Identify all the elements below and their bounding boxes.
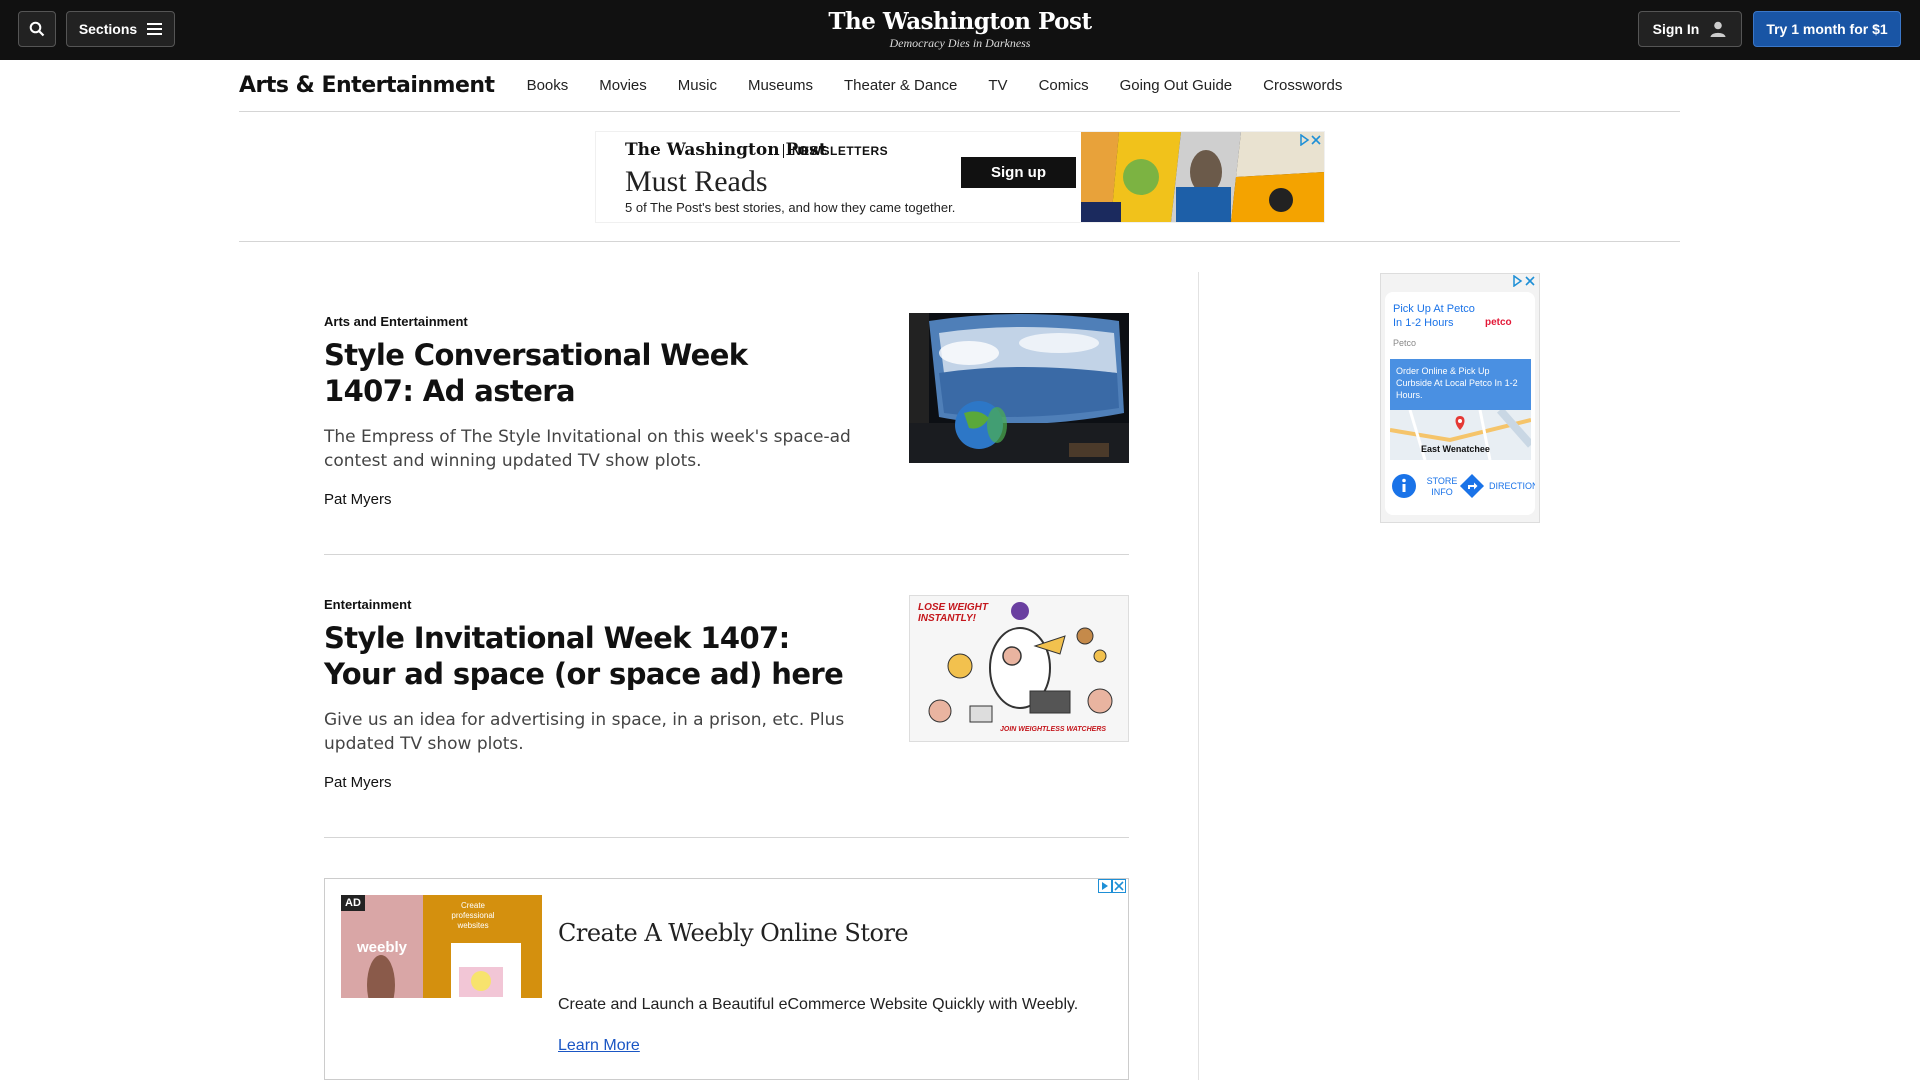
sign-in-button[interactable]: Sign In — [1638, 11, 1742, 47]
store-info-link[interactable]: STORE INFO — [1425, 476, 1459, 498]
masthead[interactable]: The Washington Post Democracy Dies in Da… — [760, 8, 1160, 51]
ad-title[interactable]: Create A Weebly Online Store — [558, 919, 909, 947]
menu-icon — [147, 23, 163, 35]
article-headline[interactable]: Style Invitational Week 1407: Your ad sp… — [324, 620, 844, 692]
banner-signup-button[interactable]: Sign up — [961, 157, 1076, 188]
ad-label: AD — [341, 895, 365, 911]
nav-item-crosswords[interactable]: Crosswords — [1263, 77, 1342, 94]
nav-item-museums[interactable]: Museums — [748, 77, 813, 94]
tagline: Democracy Dies in Darkness — [889, 36, 1031, 50]
ad-choices-icon[interactable] — [1098, 879, 1126, 893]
section-nav: Arts & Entertainment Books Movies Music … — [239, 60, 1680, 112]
search-button[interactable] — [18, 11, 56, 47]
info-icon[interactable] — [1391, 473, 1417, 499]
article-divider — [324, 837, 1129, 838]
banner-collage-image — [1081, 132, 1324, 222]
article-card[interactable]: Entertainment Style Invitational Week 14… — [324, 595, 1129, 791]
article-byline[interactable]: Pat Myers — [324, 774, 1129, 791]
user-icon — [1710, 21, 1726, 37]
section-title[interactable]: Arts & Entertainment — [239, 73, 495, 98]
petco-logo: petco — [1485, 317, 1512, 328]
newsletter-banner-ad[interactable]: The Washington Post NEWSLETTERS Must Rea… — [596, 132, 1324, 222]
article-divider — [324, 554, 1129, 555]
ad-choices-icon[interactable] — [1512, 275, 1536, 287]
sidebar-ad-source: Petco — [1393, 338, 1417, 348]
site-logo[interactable]: The Washington Post — [760, 8, 1160, 35]
sections-label: Sections — [78, 21, 138, 37]
sidebar-ad-message[interactable]: Order Online & Pick Up Curbside At Local… — [1390, 359, 1531, 410]
sidebar-ad-title[interactable]: Pick Up At Petco In 1-2 Hours — [1393, 302, 1483, 330]
search-icon — [29, 21, 45, 37]
nav-item-going-out-guide[interactable]: Going Out Guide — [1120, 77, 1233, 94]
directions-icon[interactable] — [1459, 473, 1485, 499]
ad-choices-icon[interactable] — [1300, 134, 1322, 146]
sidebar-ad[interactable]: Pick Up At Petco In 1-2 Hours petco Petc… — [1380, 273, 1540, 523]
map-location-label: East Wenatchee — [1421, 444, 1490, 454]
article-headline[interactable]: Style Conversational Week 1407: Ad aster… — [324, 337, 844, 409]
nav-item-movies[interactable]: Movies — [599, 77, 647, 94]
nav-item-theater-dance[interactable]: Theater & Dance — [844, 77, 957, 94]
ad-image-brand: weebly — [357, 939, 408, 956]
nav-item-tv[interactable]: TV — [988, 77, 1007, 94]
native-ad[interactable]: weebly Create professional websites AD C… — [324, 878, 1129, 1080]
sections-button[interactable]: Sections — [66, 11, 175, 47]
sign-in-label: Sign In — [1652, 21, 1700, 37]
subscribe-button[interactable]: Try 1 month for $1 — [1753, 11, 1901, 47]
banner-ad-region: The Washington Post NEWSLETTERS Must Rea… — [239, 112, 1680, 242]
article-card[interactable]: Arts and Entertainment Style Conversatio… — [324, 313, 1129, 508]
directions-link[interactable]: DIRECTION — [1489, 481, 1535, 491]
thumbnail-caption-bottom: JOIN WEIGHTLESS WATCHERS — [1000, 726, 1107, 733]
article-blurb: The Empress of The Style Invitational on… — [324, 427, 851, 471]
article-blurb: Give us an idea for advertising in space… — [324, 710, 845, 754]
column-divider — [1198, 272, 1199, 1080]
banner-label: NEWSLETTERS — [783, 144, 888, 158]
petco-ad-card[interactable]: Pick Up At Petco In 1-2 Hours petco Petc… — [1385, 292, 1535, 515]
nav-item-books[interactable]: Books — [527, 77, 569, 94]
article-thumbnail[interactable]: LOSE WEIGHT INSTANTLY! JOIN WEIGHTLESS W… — [909, 595, 1129, 742]
banner-subtext: 5 of The Post's best stories, and how th… — [625, 200, 956, 215]
article-thumbnail[interactable] — [909, 313, 1129, 463]
article-byline[interactable]: Pat Myers — [324, 491, 1129, 508]
thumbnail-illustration — [928, 602, 1113, 723]
ad-learn-more-link[interactable]: Learn More — [558, 1037, 640, 1055]
ad-image-text: Create professional websites — [451, 901, 495, 930]
banner-headline: Must Reads — [625, 165, 768, 198]
nav-item-comics[interactable]: Comics — [1039, 77, 1089, 94]
nav-item-music[interactable]: Music — [678, 77, 717, 94]
ad-description: Create and Launch a Beautiful eCommerce … — [558, 996, 1079, 1013]
top-bar: Sections The Washington Post Democracy D… — [0, 0, 1920, 60]
